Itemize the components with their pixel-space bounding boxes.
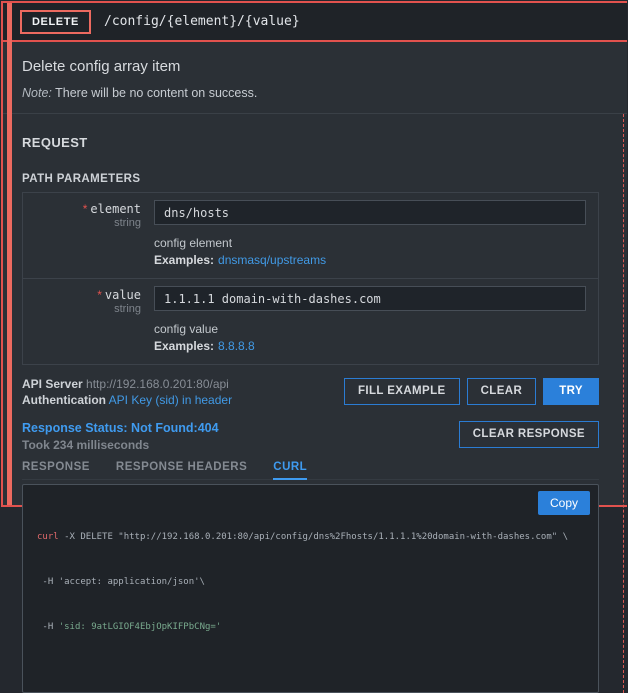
param-main: config value Examples:8.8.8.8 [141, 279, 598, 364]
example-link[interactable]: dnsmasq/upstreams [218, 253, 326, 267]
api-server-line: API Server http://192.168.0.201:80/api [22, 376, 232, 392]
note-text: There will be no content on success. [51, 86, 258, 100]
api-server-label: API Server [22, 377, 83, 391]
param-name: * value [97, 288, 141, 302]
endpoint-header[interactable]: DELETE /config/{element}/{value} [3, 3, 627, 42]
param-value-input[interactable] [154, 286, 586, 311]
response-status-text: Response Status: Not Found:404 [22, 421, 219, 435]
param-examples: Examples: dnsmasq/upstreams [154, 253, 586, 267]
path-parameters-title: PATH PARAMETERS [22, 173, 141, 185]
param-examples: Examples: 8.8.8.8 [154, 339, 586, 353]
tab-response-headers[interactable]: RESPONSE HEADERS [116, 461, 247, 480]
curl-line-3: -H 'sid: 9atLGIOF4EbjOpKIFPbCNg=' [37, 620, 586, 635]
endpoint-note: Note: There will be no content on succes… [22, 86, 607, 100]
param-description: config value [154, 322, 219, 336]
param-row-value: *value string config value Examples:8.8.… [23, 278, 598, 364]
endpoint-path: /config/{element}/{value} [104, 14, 300, 29]
required-asterisk: * [82, 202, 88, 216]
endpoint-panel: DELETE /config/{element}/{value} Delete … [1, 1, 627, 693]
request-response-section: REQUEST PATH PARAMETERS * element string … [3, 114, 624, 693]
request-section-title: REQUEST [22, 135, 88, 150]
response-status-row: Response Status: Not Found:404 Took 234 … [22, 421, 599, 452]
param-row-element: *element string config element Examples:… [23, 193, 598, 278]
path-parameters-table: *element string config element Examples:… [22, 192, 599, 365]
clear-response-button[interactable]: CLEAR RESPONSE [458, 421, 599, 448]
curl-command-token: curl [37, 532, 59, 542]
authentication-label: Authentication [22, 393, 106, 407]
endpoint-summary: Delete config array item [22, 58, 181, 75]
param-label: * value string [23, 279, 141, 364]
server-and-actions-row: API Server http://192.168.0.201:80/api A… [22, 376, 599, 408]
curl-sid-string: 'sid: 9atLGIOF4EbjOpKIFPbCNg=' [58, 622, 222, 632]
api-doc-page: DELETE /config/{element}/{value} Delete … [0, 0, 628, 693]
response-took-text: Took 234 milliseconds [22, 438, 150, 452]
endpoint-description: Delete config array item Note: There wil… [3, 42, 627, 114]
example-link[interactable]: 8.8.8.8 [218, 339, 255, 353]
examples-label: Examples: [154, 339, 215, 353]
http-method-badge: DELETE [20, 9, 91, 34]
api-key-link[interactable]: API Key (sid) in header [109, 393, 232, 407]
request-buttons: FILL EXAMPLE CLEAR TRY [343, 376, 599, 405]
response-tabs: RESPONSE RESPONSE HEADERS CURL [22, 461, 599, 480]
response-status-block: Response Status: Not Found:404 Took 234 … [22, 421, 219, 452]
param-element-input[interactable] [154, 200, 586, 225]
tab-curl[interactable]: CURL [273, 461, 308, 480]
curl-code-block: curl -X DELETE "http://192.168.0.201:80/… [22, 484, 599, 693]
method-accent-strip [7, 3, 12, 505]
try-button[interactable]: TRY [543, 378, 599, 405]
curl-line-3-flag: -H [37, 622, 59, 632]
clear-button[interactable]: CLEAR [466, 378, 537, 405]
param-name: * element [82, 202, 141, 216]
note-label: Note: [22, 86, 52, 100]
curl-line-1-rest: -X DELETE "http://192.168.0.201:80/api/c… [58, 532, 569, 542]
examples-label: Examples: [154, 253, 215, 267]
server-info: API Server http://192.168.0.201:80/api A… [22, 376, 232, 408]
param-label: * element string [23, 193, 141, 278]
authentication-line: Authentication API Key (sid) in header [22, 392, 232, 408]
fill-example-button[interactable]: FILL EXAMPLE [343, 378, 460, 405]
api-server-url: http://192.168.0.201:80/api [86, 377, 229, 391]
param-type: string [114, 303, 141, 315]
curl-line-1: curl -X DELETE "http://192.168.0.201:80/… [37, 530, 586, 545]
required-asterisk: * [97, 288, 102, 302]
param-description: config element [154, 236, 233, 250]
param-type: string [114, 217, 141, 229]
tab-response[interactable]: RESPONSE [22, 461, 90, 480]
param-main: config element Examples:dnsmasq/upstream… [141, 193, 598, 278]
curl-line-2: -H 'accept: application/json'\ [37, 577, 205, 587]
copy-button[interactable]: Copy [537, 491, 590, 515]
